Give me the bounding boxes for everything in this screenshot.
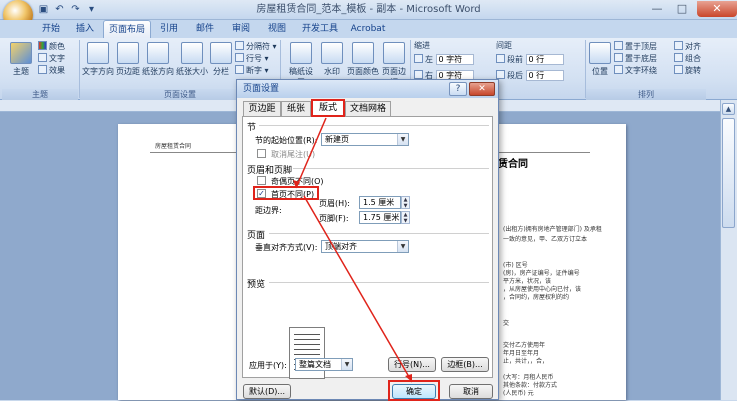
arrow-tab-to-checkbox [295, 117, 327, 189]
annotation-arrows [293, 117, 413, 383]
arrowhead [405, 374, 412, 382]
tab-layout[interactable]: 版式 [311, 99, 345, 117]
arrow-checkbox-to-ok [303, 195, 413, 383]
